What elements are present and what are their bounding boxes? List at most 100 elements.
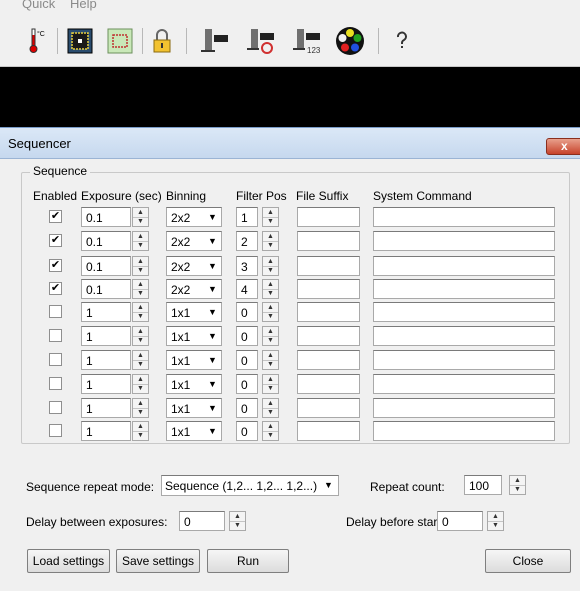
filter-pos-spinner[interactable]: ▲ ▼ xyxy=(262,326,279,346)
filter-pos-spinner[interactable]: ▲ ▼ xyxy=(262,279,279,299)
delay-start-spinner[interactable]: ▲ ▼ xyxy=(487,511,504,531)
enabled-checkbox[interactable]: ✔ xyxy=(49,234,62,247)
binning-select[interactable]: 1x1 ▼ xyxy=(166,374,222,394)
exposure-spinner[interactable]: ▲ ▼ xyxy=(132,374,149,394)
help-icon[interactable] xyxy=(392,26,412,56)
system-command-input[interactable] xyxy=(373,302,555,322)
system-command-input[interactable] xyxy=(373,374,555,394)
filter-pos-input[interactable]: 0 xyxy=(236,374,258,394)
system-command-input[interactable] xyxy=(373,326,555,346)
chevron-down-icon[interactable]: ▼ xyxy=(204,327,221,345)
chevron-down-icon[interactable]: ▼ xyxy=(320,476,337,495)
filter-pos-input[interactable]: 2 xyxy=(236,231,258,251)
binning-select[interactable]: 2x2 ▼ xyxy=(166,207,222,227)
system-command-input[interactable] xyxy=(373,421,555,441)
enabled-checkbox[interactable] xyxy=(49,353,62,366)
file-suffix-input[interactable] xyxy=(297,350,360,370)
exposure-input[interactable]: 0.1 xyxy=(81,256,131,276)
exposure-spinner[interactable]: ▲ ▼ xyxy=(132,350,149,370)
filter-pos-spinner[interactable]: ▲ ▼ xyxy=(262,302,279,322)
repeat-count-input[interactable]: 100 xyxy=(464,475,502,495)
file-suffix-input[interactable] xyxy=(297,421,360,441)
file-suffix-input[interactable] xyxy=(297,374,360,394)
chevron-down-icon[interactable]: ▼ xyxy=(204,232,221,250)
exposure-input[interactable]: 1 xyxy=(81,326,131,346)
repeat-count-spinner[interactable]: ▲ ▼ xyxy=(509,475,526,495)
run-button[interactable]: Run xyxy=(207,549,289,573)
chevron-down-icon[interactable]: ▼ xyxy=(204,375,221,393)
file-suffix-input[interactable] xyxy=(297,279,360,299)
binning-select[interactable]: 2x2 ▼ xyxy=(166,231,222,251)
exposure-spinner[interactable]: ▲ ▼ xyxy=(132,421,149,441)
enabled-checkbox[interactable] xyxy=(49,401,62,414)
exposure-spinner[interactable]: ▲ ▼ xyxy=(132,326,149,346)
exposure-spinner[interactable]: ▲ ▼ xyxy=(132,207,149,227)
delay-between-input[interactable]: 0 xyxy=(179,511,225,531)
filter-pos-spinner[interactable]: ▲ ▼ xyxy=(262,374,279,394)
filter-pos-input[interactable]: 3 xyxy=(236,256,258,276)
exposure-spinner[interactable]: ▲ ▼ xyxy=(132,302,149,322)
exposure-input[interactable]: 0.1 xyxy=(81,279,131,299)
enabled-checkbox[interactable]: ✔ xyxy=(49,259,62,272)
color-wheel-icon[interactable] xyxy=(333,26,367,56)
filter-pos-spinner[interactable]: ▲ ▼ xyxy=(262,231,279,251)
load-settings-button[interactable]: Load settings xyxy=(27,549,110,573)
system-command-input[interactable] xyxy=(373,398,555,418)
filter-pos-input[interactable]: 4 xyxy=(236,279,258,299)
filter-refresh-icon[interactable] xyxy=(244,26,278,56)
filter-pos-input[interactable]: 0 xyxy=(236,350,258,370)
exposure-input[interactable]: 1 xyxy=(81,302,131,322)
system-command-input[interactable] xyxy=(373,207,555,227)
chevron-down-icon[interactable]: ▼ xyxy=(204,422,221,440)
file-suffix-input[interactable] xyxy=(297,256,360,276)
enabled-checkbox[interactable]: ✔ xyxy=(49,210,62,223)
binning-select[interactable]: 1x1 ▼ xyxy=(166,350,222,370)
filter-pos-input[interactable]: 0 xyxy=(236,421,258,441)
file-suffix-input[interactable] xyxy=(297,398,360,418)
delay-start-input[interactable]: 0 xyxy=(437,511,483,531)
filter-pos-input[interactable]: 1 xyxy=(236,207,258,227)
binning-select[interactable]: 2x2 ▼ xyxy=(166,279,222,299)
enabled-checkbox[interactable] xyxy=(49,377,62,390)
exposure-spinner[interactable]: ▲ ▼ xyxy=(132,231,149,251)
delay-between-spinner[interactable]: ▲ ▼ xyxy=(229,511,246,531)
save-settings-button[interactable]: Save settings xyxy=(116,549,200,573)
chevron-down-icon[interactable]: ▼ xyxy=(204,257,221,275)
exposure-input[interactable]: 1 xyxy=(81,421,131,441)
subframe-icon[interactable] xyxy=(106,26,134,56)
system-command-input[interactable] xyxy=(373,256,555,276)
system-command-input[interactable] xyxy=(373,231,555,251)
system-command-input[interactable] xyxy=(373,350,555,370)
system-command-input[interactable] xyxy=(373,279,555,299)
file-suffix-input[interactable] xyxy=(297,326,360,346)
enabled-checkbox[interactable] xyxy=(49,305,62,318)
exposure-spinner[interactable]: ▲ ▼ xyxy=(132,256,149,276)
menu-help[interactable]: Help xyxy=(70,0,97,11)
binning-select[interactable]: 1x1 ▼ xyxy=(166,421,222,441)
filter-pos-spinner[interactable]: ▲ ▼ xyxy=(262,350,279,370)
enabled-checkbox[interactable] xyxy=(49,424,62,437)
dialog-titlebar[interactable]: Sequencer x xyxy=(0,128,580,159)
chevron-down-icon[interactable]: ▼ xyxy=(204,399,221,417)
exposure-input[interactable]: 1 xyxy=(81,374,131,394)
filter-pos-input[interactable]: 0 xyxy=(236,302,258,322)
chevron-down-icon[interactable]: ▼ xyxy=(204,280,221,298)
repeat-mode-select[interactable]: Sequence (1,2... 1,2... 1,2...) ▼ xyxy=(161,475,339,496)
exposure-input[interactable]: 1 xyxy=(81,398,131,418)
enabled-checkbox[interactable] xyxy=(49,329,62,342)
frame-icon[interactable] xyxy=(66,26,94,56)
exposure-spinner[interactable]: ▲ ▼ xyxy=(132,279,149,299)
exposure-input[interactable]: 0.1 xyxy=(81,207,131,227)
enabled-checkbox[interactable]: ✔ xyxy=(49,282,62,295)
filter-sequence-icon[interactable]: 123 xyxy=(290,26,330,56)
filter-pos-input[interactable]: 0 xyxy=(236,326,258,346)
filter-wheel-icon[interactable] xyxy=(198,26,232,56)
filter-pos-spinner[interactable]: ▲ ▼ xyxy=(262,398,279,418)
file-suffix-input[interactable] xyxy=(297,207,360,227)
thermometer-icon[interactable]: °C xyxy=(26,26,50,56)
close-button[interactable]: Close xyxy=(485,549,571,573)
chevron-down-icon[interactable]: ▼ xyxy=(204,351,221,369)
file-suffix-input[interactable] xyxy=(297,302,360,322)
exposure-input[interactable]: 0.1 xyxy=(81,231,131,251)
chevron-down-icon[interactable]: ▼ xyxy=(204,208,221,226)
